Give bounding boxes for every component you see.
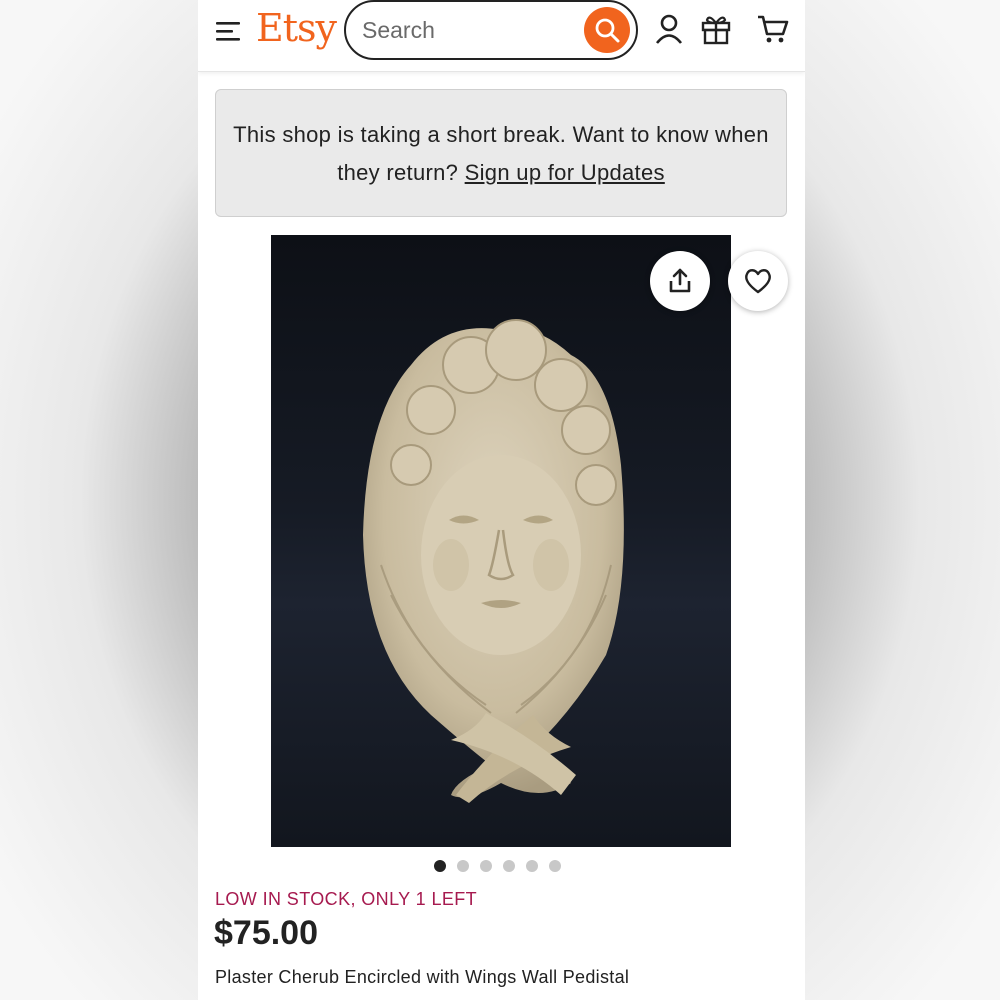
carousel-dot-5[interactable]: [526, 860, 538, 872]
carousel-dot-1[interactable]: [434, 860, 446, 872]
heart-icon: [745, 269, 771, 294]
top-header: Etsy: [198, 0, 805, 72]
image-carousel-dots: [434, 860, 561, 872]
share-button[interactable]: [650, 251, 710, 311]
carousel-dot-6[interactable]: [549, 860, 561, 872]
share-icon: [669, 268, 691, 293]
listing-price: $75.00: [214, 914, 318, 952]
search-icon: [595, 18, 620, 43]
stock-status: LOW IN STOCK, ONLY 1 LEFT: [215, 889, 478, 909]
sign-up-updates-link[interactable]: Sign up for Updates: [465, 160, 665, 185]
carousel-dot-3[interactable]: [480, 860, 492, 872]
shop-break-notice: This shop is taking a short break. Want …: [215, 89, 787, 217]
menu-icon[interactable]: [214, 18, 244, 44]
phone-screen: Etsy This shop is takin: [198, 0, 805, 1000]
search-input[interactable]: [362, 12, 582, 48]
listing-image[interactable]: [271, 235, 731, 847]
cart-icon[interactable]: [756, 12, 790, 46]
account-icon[interactable]: [652, 12, 686, 46]
favorite-button[interactable]: [728, 251, 788, 311]
cherub-image: [363, 319, 624, 803]
etsy-logo[interactable]: Etsy: [256, 6, 337, 50]
carousel-dot-2[interactable]: [457, 860, 469, 872]
gift-icon[interactable]: [699, 12, 733, 46]
search-button[interactable]: [584, 7, 630, 53]
carousel-dot-4[interactable]: [503, 860, 515, 872]
listing-title: Plaster Cherub Encircled with Wings Wall…: [215, 967, 630, 987]
search-bar: [344, 0, 638, 60]
